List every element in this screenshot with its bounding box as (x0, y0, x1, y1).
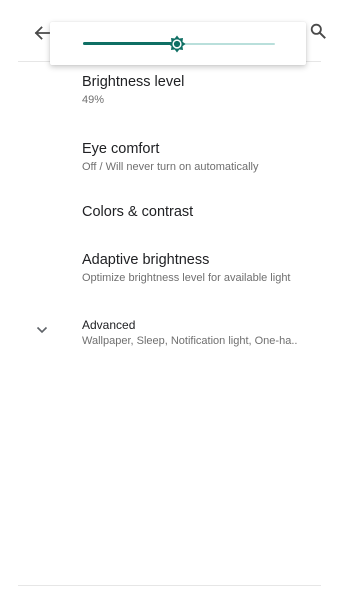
adaptive-brightness-item[interactable]: Adaptive brightness Optimize brightness … (0, 240, 339, 296)
brightness-popup (50, 22, 306, 65)
search-button[interactable] (306, 19, 330, 43)
colors-contrast-item[interactable]: Colors & contrast (0, 190, 339, 234)
advanced-item[interactable]: Advanced Wallpaper, Sleep, Notification … (0, 312, 339, 358)
adaptive-brightness-title: Adaptive brightness (82, 252, 210, 268)
search-icon (310, 23, 326, 39)
eye-comfort-title: Eye comfort (82, 141, 160, 157)
bottom-divider (18, 585, 321, 586)
advanced-summary: Wallpaper, Sleep, Notification light, On… (82, 335, 298, 347)
arrow-back-icon (34, 26, 50, 40)
brightness-slider[interactable] (83, 34, 275, 54)
brightness-level-title: Brightness level (82, 74, 185, 90)
slider-track-active (83, 42, 177, 45)
brightness-sun-icon[interactable] (167, 34, 187, 54)
adaptive-brightness-summary: Optimize brightness level for available … (82, 272, 291, 284)
brightness-level-item[interactable]: Brightness level 49% (0, 62, 339, 124)
chevron-down-icon (36, 326, 48, 334)
advanced-title: Advanced (82, 318, 136, 332)
eye-comfort-item[interactable]: Eye comfort Off / Will never turn on aut… (0, 130, 339, 184)
eye-comfort-summary: Off / Will never turn on automatically (82, 161, 259, 173)
brightness-level-summary: 49% (82, 94, 105, 106)
colors-contrast-title: Colors & contrast (82, 204, 194, 220)
